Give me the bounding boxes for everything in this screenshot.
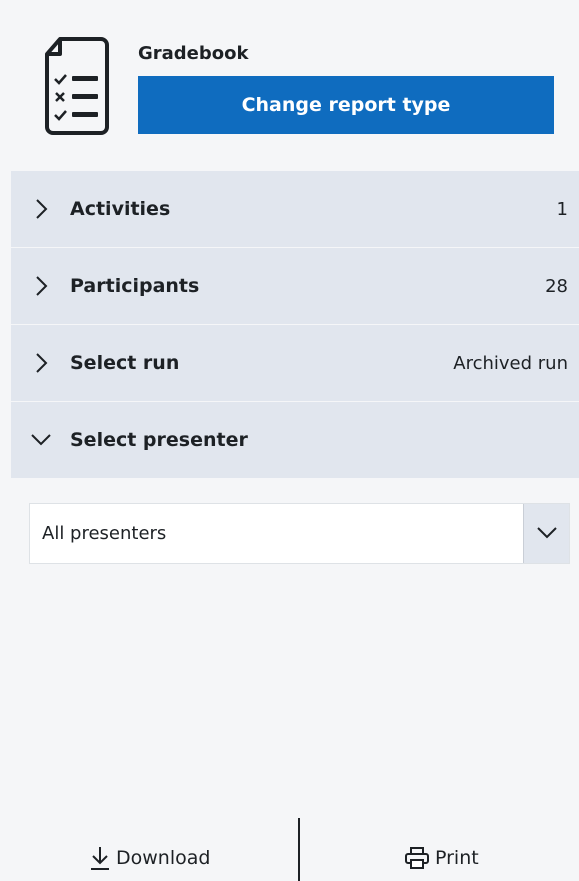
chevron-down-icon (537, 527, 557, 539)
download-button[interactable]: Download (89, 843, 210, 873)
section-select-presenter[interactable]: Select presenter (11, 401, 579, 478)
chevron-down-icon (31, 434, 51, 446)
presenter-select[interactable]: All presenters (29, 503, 570, 564)
section-value: 1 (556, 198, 568, 220)
print-button[interactable]: Print (404, 843, 479, 873)
select-dropdown-button[interactable] (523, 504, 569, 563)
presenter-select-area: All presenters (11, 478, 579, 588)
section-value: Archived run (453, 352, 568, 374)
change-report-type-button[interactable]: Change report type (138, 76, 554, 134)
section-label: Activities (70, 198, 171, 220)
presenter-select-value: All presenters (42, 523, 167, 544)
checklist-icon (45, 37, 109, 135)
section-participants[interactable]: Participants 28 (11, 247, 579, 324)
download-label: Download (116, 847, 211, 869)
footer-divider (298, 818, 300, 881)
section-label: Select presenter (70, 429, 248, 451)
print-label: Print (435, 847, 479, 869)
chevron-right-icon (36, 353, 48, 373)
report-title: Gradebook (138, 43, 249, 64)
report-panel: Gradebook Change report type Activities … (11, 8, 579, 881)
download-icon (91, 847, 109, 870)
section-label: Select run (70, 352, 180, 374)
chevron-right-icon (36, 199, 48, 219)
chevron-right-icon (36, 276, 48, 296)
section-select-run[interactable]: Select run Archived run (11, 324, 579, 401)
report-header: Gradebook Change report type (11, 8, 579, 170)
section-activities[interactable]: Activities 1 (11, 170, 579, 247)
report-footer: Download Print (11, 818, 579, 881)
printer-icon (405, 847, 429, 869)
section-value: 28 (545, 275, 568, 297)
section-label: Participants (70, 275, 200, 297)
